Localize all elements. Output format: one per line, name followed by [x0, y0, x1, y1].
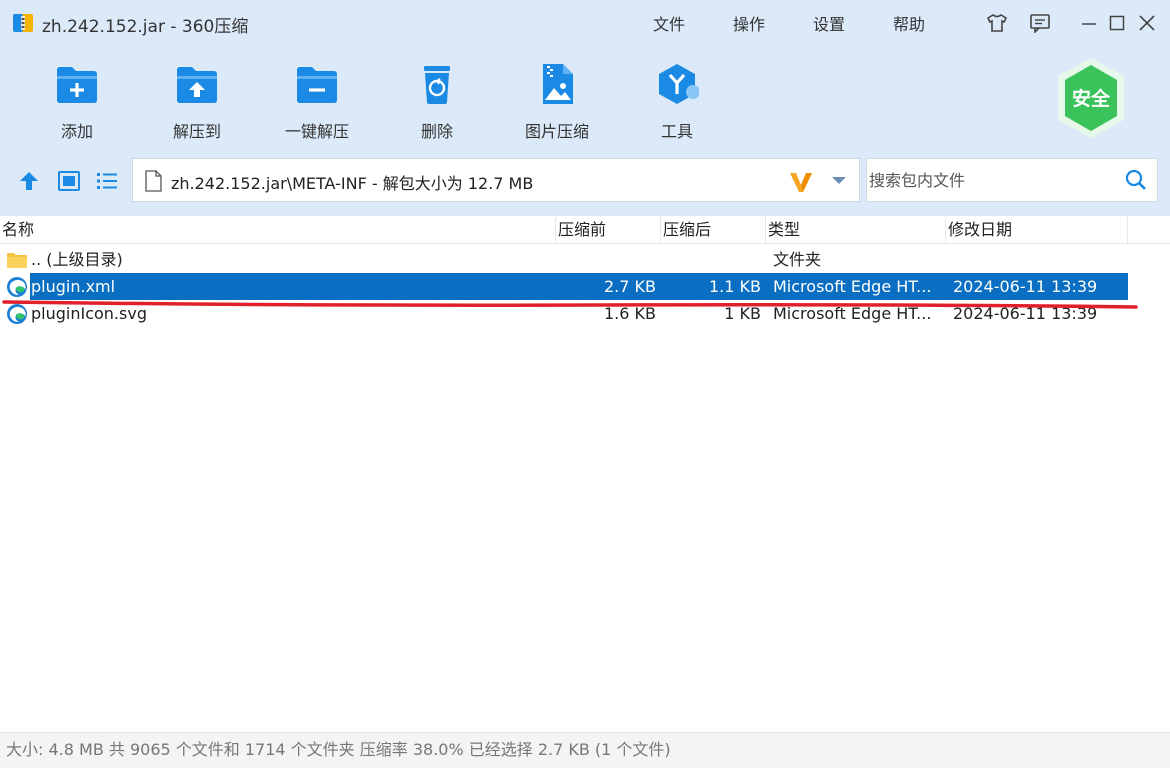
- extract-to-button[interactable]: 解压到: [147, 58, 247, 146]
- column-modified[interactable]: 修改日期: [946, 216, 1128, 244]
- path-bar[interactable]: zh.242.152.jar\META-INF - 解包大小为 12.7 MB: [132, 158, 860, 202]
- row-packed: 1.1 KB: [709, 277, 761, 296]
- row-type: 文件夹: [773, 250, 822, 269]
- row-size: 2.7 KB: [604, 277, 656, 296]
- search-icon[interactable]: [1125, 169, 1147, 191]
- list-view-icon[interactable]: [95, 169, 119, 193]
- maximize-icon: [1109, 15, 1125, 31]
- maximize-button[interactable]: [1104, 10, 1130, 36]
- app-logo-icon: [13, 14, 33, 32]
- column-name[interactable]: 名称: [0, 216, 556, 244]
- tools-icon: [659, 64, 699, 104]
- image-compress-button[interactable]: 图片压缩: [507, 58, 607, 146]
- add-label: 添加: [60, 122, 93, 141]
- extract-to-icon: [177, 67, 217, 103]
- image-compress-label: 图片压缩: [524, 122, 589, 141]
- one-click-extract-icon: [297, 67, 337, 103]
- close-button[interactable]: [1134, 10, 1160, 36]
- up-level-icon[interactable]: [17, 169, 41, 193]
- security-badge-text: 安全: [1072, 87, 1111, 110]
- menu-settings[interactable]: 设置: [813, 11, 845, 35]
- one-click-extract-button[interactable]: 一键解压: [267, 58, 367, 146]
- skin-button[interactable]: [984, 10, 1010, 36]
- row-type: Microsoft Edge HT...: [773, 277, 932, 296]
- message-icon: [1030, 14, 1050, 33]
- status-bar: 大小: 4.8 MB 共 9065 个文件和 1714 个文件夹 压缩率 38.…: [0, 732, 1170, 768]
- delete-icon: [424, 66, 450, 104]
- delete-label: 删除: [420, 122, 453, 141]
- extract-to-label: 解压到: [172, 122, 221, 141]
- add-folder-icon: [57, 67, 97, 103]
- feedback-button[interactable]: [1027, 10, 1053, 36]
- row-modified: 2024-06-11 13:39: [953, 277, 1098, 296]
- search-box[interactable]: [866, 158, 1158, 202]
- delete-button[interactable]: 删除: [387, 58, 487, 146]
- one-click-extract-label: 一键解压: [284, 122, 349, 141]
- search-input[interactable]: [869, 161, 1117, 199]
- menu-operation[interactable]: 操作: [733, 11, 765, 35]
- window-title: zh.242.152.jar - 360压缩: [42, 17, 249, 37]
- tshirt-icon: [986, 14, 1008, 32]
- column-packed[interactable]: 压缩后: [661, 216, 766, 244]
- row-name: plugin.xml: [31, 277, 116, 296]
- current-path: zh.242.152.jar\META-INF - 解包大小为 12.7 MB: [171, 174, 534, 193]
- table-row-selected[interactable]: plugin.xml 2.7 KB 1.1 KB Microsoft Edge …: [0, 273, 1170, 300]
- v-logo-icon[interactable]: [788, 170, 814, 194]
- edge-file-icon: [7, 277, 27, 297]
- column-size[interactable]: 压缩前: [556, 216, 661, 244]
- chevron-down-icon[interactable]: [829, 171, 849, 189]
- parent-directory-row[interactable]: .. (上级目录) 文件夹: [0, 246, 1170, 273]
- row-name: .. (上级目录): [31, 250, 123, 269]
- column-header: 名称 压缩前 压缩后 类型 修改日期: [0, 216, 1170, 244]
- folder-icon: [7, 253, 27, 268]
- add-button[interactable]: 添加: [27, 58, 127, 146]
- minimize-button[interactable]: [1076, 10, 1102, 36]
- document-icon: [145, 170, 162, 192]
- tools-label: 工具: [660, 122, 693, 141]
- column-type[interactable]: 类型: [766, 216, 946, 244]
- minimize-icon: [1082, 23, 1096, 25]
- red-annotation-underline: [2, 300, 1138, 309]
- tools-button[interactable]: 工具: [627, 58, 727, 146]
- close-icon: [1139, 15, 1155, 31]
- menu-help[interactable]: 帮助: [893, 11, 925, 35]
- thumbnail-view-icon[interactable]: [57, 169, 81, 193]
- image-compress-icon: [543, 64, 573, 104]
- security-badge[interactable]: 安全: [1054, 56, 1128, 140]
- title-bar: zh.242.152.jar - 360压缩 文件 操作 设置 帮助: [0, 0, 1170, 46]
- menu-file[interactable]: 文件: [653, 11, 685, 35]
